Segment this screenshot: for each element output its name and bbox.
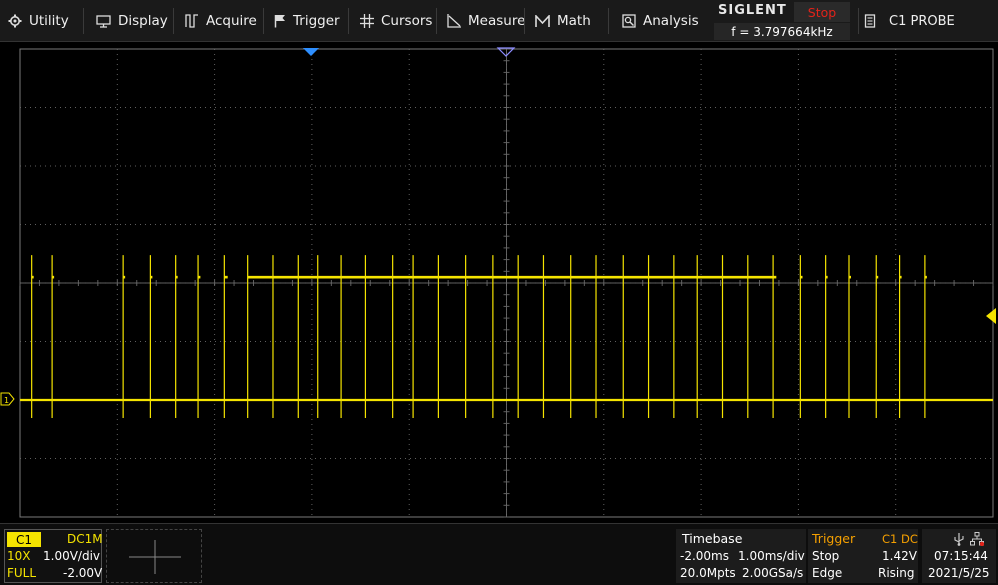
vertical-scale: 1.00V/div xyxy=(43,549,101,563)
trigger-slope: Rising xyxy=(878,566,915,580)
trigger-mode: Stop xyxy=(812,549,840,563)
menu-utility-label: Utility xyxy=(29,13,69,29)
menu-acquire[interactable]: Acquire xyxy=(185,0,257,42)
probe-icon xyxy=(864,14,876,28)
ground-marker-label: 1 xyxy=(4,396,9,405)
clock-time: 07:15:44 xyxy=(934,549,988,563)
trigger-type: Edge xyxy=(812,566,843,580)
trigger-position-marker[interactable] xyxy=(303,48,319,56)
sample-rate: 2.00GSa/s xyxy=(742,566,804,580)
status-bar: C1 DC1M 10X 1.00V/div FULL -2.00V Timeba… xyxy=(0,523,998,585)
menu-cursors-label: Cursors xyxy=(381,13,433,29)
channel-coupling: DC1M xyxy=(67,532,103,546)
menu-divider xyxy=(173,8,174,34)
menu-divider xyxy=(524,8,525,34)
gear-icon xyxy=(8,14,22,28)
menu-acquire-label: Acquire xyxy=(206,13,257,29)
timebase-panel[interactable]: Timebase -2.00ms 1.00ms/div 20.0Mpts 2.0… xyxy=(676,529,806,583)
menu-trigger-label: Trigger xyxy=(293,13,340,29)
usb-icon xyxy=(954,533,964,546)
channel-info-panel[interactable]: C1 DC1M 10X 1.00V/div FULL -2.00V xyxy=(4,529,103,583)
menu-analysis-label: Analysis xyxy=(643,13,699,29)
flag-icon xyxy=(274,15,285,28)
trigger-panel[interactable]: Trigger C1 DC Stop 1.42V Edge Rising xyxy=(808,529,918,583)
run-stop-status[interactable]: Stop xyxy=(794,2,850,22)
timebase-scale: 1.00ms/div xyxy=(738,549,805,563)
memory-depth: 20.0Mpts xyxy=(680,566,736,580)
menu-divider xyxy=(263,8,264,34)
menu-measure-label: Measure xyxy=(468,13,526,29)
menu-display-label: Display xyxy=(118,13,168,29)
math-icon xyxy=(535,14,550,27)
system-status-panel: 07:15:44 2021/5/25 xyxy=(922,529,996,583)
probe-ratio: 10X xyxy=(7,549,31,563)
acquire-icon xyxy=(185,14,198,28)
channel-tag: C1 xyxy=(7,532,41,547)
menu-math[interactable]: Math xyxy=(535,0,591,42)
menu-divider xyxy=(348,8,349,34)
menu-display[interactable]: Display xyxy=(96,0,168,42)
plus-icon xyxy=(129,540,181,574)
menu-utility[interactable]: Utility xyxy=(8,0,69,42)
menu-trigger[interactable]: Trigger xyxy=(274,0,340,42)
probe-label: C1 PROBE xyxy=(889,13,955,29)
trigger-title: Trigger xyxy=(812,531,856,546)
brand-panel: SIGLENT Stop f = 3.797664kHz xyxy=(714,2,850,40)
trigger-level-marker[interactable] xyxy=(986,308,996,324)
brand-logo: SIGLENT xyxy=(718,3,787,18)
menu-divider xyxy=(858,8,859,34)
probe-button[interactable]: C1 PROBE xyxy=(864,0,955,42)
bandwidth-limit: FULL xyxy=(7,566,37,580)
menu-measure[interactable]: Measure xyxy=(447,0,525,42)
monitor-icon xyxy=(96,14,111,28)
cursor-grid-icon xyxy=(360,14,374,28)
trigger-level: 1.42V xyxy=(882,549,917,563)
menu-bar: Utility Display Acquire Trigger Cursors … xyxy=(0,0,998,42)
frequency-counter: f = 3.797664kHz xyxy=(714,23,850,40)
graticule xyxy=(19,48,994,518)
add-channel-slot[interactable] xyxy=(106,529,202,583)
vertical-offset: -2.00V xyxy=(63,566,103,580)
menu-divider xyxy=(608,8,609,34)
menu-divider xyxy=(83,8,84,34)
timebase-title: Timebase xyxy=(682,531,743,546)
waveform-display[interactable]: 1 xyxy=(0,43,998,523)
measure-icon xyxy=(447,14,461,28)
clock-date: 2021/5/25 xyxy=(928,566,990,580)
menu-analysis[interactable]: Analysis xyxy=(622,0,699,42)
trigger-source: C1 DC xyxy=(882,532,918,546)
ground-marker[interactable]: 1 xyxy=(0,392,15,406)
timebase-delay: -2.00ms xyxy=(680,549,729,563)
network-icon xyxy=(970,532,984,546)
menu-cursors[interactable]: Cursors xyxy=(360,0,432,42)
analysis-icon xyxy=(622,14,636,28)
menu-divider xyxy=(436,8,437,34)
menu-math-label: Math xyxy=(557,13,591,29)
